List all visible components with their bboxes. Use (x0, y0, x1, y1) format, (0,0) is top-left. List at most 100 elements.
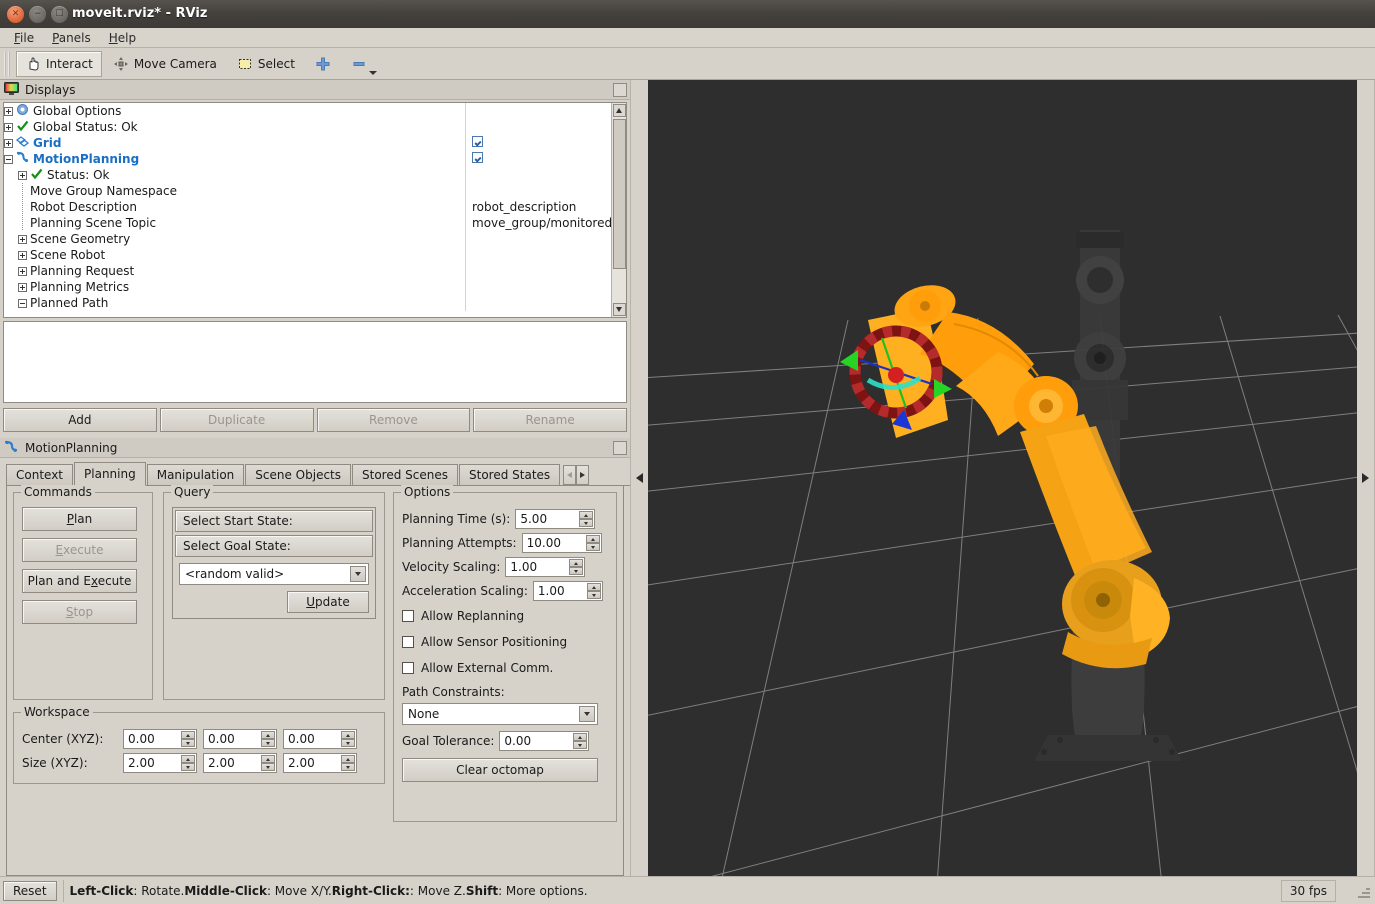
acceleration-scaling-spinner[interactable]: 1.00 (533, 581, 603, 601)
tree-row[interactable]: Status: Ok (4, 167, 611, 183)
planning-time-spin-buttons[interactable] (579, 511, 593, 527)
display-enabled-checkbox[interactable] (472, 136, 483, 147)
tree-expander-plus-icon[interactable] (4, 123, 13, 132)
tree-expander-plus-icon[interactable] (18, 235, 27, 244)
tree-row[interactable]: Move Group Namespace (4, 183, 611, 199)
goal-state-combo[interactable]: <random valid> (179, 563, 369, 585)
select-goal-state-button[interactable]: Select Goal State: (175, 535, 373, 557)
goal-tolerance-spin-buttons[interactable] (573, 733, 587, 749)
clear-octomap-button[interactable]: Clear octomap (402, 758, 598, 782)
tree-row[interactable]: MotionPlanning (4, 151, 611, 167)
size-z-spinner[interactable]: 2.00 (283, 753, 357, 773)
velocity-scaling-spinner[interactable]: 1.00 (505, 557, 585, 577)
displays-float-button[interactable] (613, 83, 627, 97)
right-splitter-handle[interactable] (1357, 80, 1375, 876)
displays-tree[interactable]: Global OptionsGlobal Status: OkGridMotio… (4, 103, 611, 317)
allow-sensor-positioning-row[interactable]: Allow Sensor Positioning (402, 629, 608, 655)
planning-time-spinner[interactable]: 5.00 (515, 509, 595, 529)
tab-context[interactable]: Context (6, 464, 73, 485)
tool-move-camera[interactable]: Move Camera (104, 51, 226, 77)
velocity-scaling-spin-buttons[interactable] (569, 559, 583, 575)
size-x-spin-buttons[interactable] (181, 755, 195, 771)
update-button[interactable]: Update (287, 591, 369, 613)
chevron-down-icon[interactable] (579, 706, 595, 722)
planning-attempts-spinner[interactable]: 10.00 (522, 533, 602, 553)
menu-file[interactable]: File (6, 29, 42, 47)
size-z-spin-buttons[interactable] (341, 755, 355, 771)
tree-expander-plus-icon[interactable] (18, 171, 27, 180)
tree-row[interactable]: Planning Request (4, 263, 611, 279)
close-icon[interactable]: ✕ (7, 6, 24, 23)
tree-expander-plus-icon[interactable] (18, 283, 27, 292)
allow-external-comm-checkbox[interactable] (402, 662, 414, 674)
maximize-icon[interactable]: ☐ (51, 6, 68, 23)
tool-add[interactable] (306, 51, 340, 77)
tab-stored-states[interactable]: Stored States (459, 464, 560, 485)
center-x-spinner[interactable]: 0.00 (123, 729, 197, 749)
plan-button[interactable]: Plan (22, 507, 137, 531)
display-enabled-checkbox[interactable] (472, 152, 483, 163)
allow-replanning-row[interactable]: Allow Replanning (402, 603, 608, 629)
allow-replanning-checkbox[interactable] (402, 610, 414, 622)
planning-attempts-spin-buttons[interactable] (586, 535, 600, 551)
tree-row[interactable]: Scene Geometry (4, 231, 611, 247)
size-x-spinner[interactable]: 2.00 (123, 753, 197, 773)
motion-planning-float-button[interactable] (613, 441, 627, 455)
resize-grip-icon[interactable] (1356, 884, 1370, 898)
left-splitter-handle[interactable] (630, 80, 648, 876)
tree-expander-plus-icon[interactable] (4, 107, 13, 116)
scroll-down-button[interactable] (613, 303, 626, 316)
center-y-spin-buttons[interactable] (261, 731, 275, 747)
scroll-up-button[interactable] (613, 104, 626, 117)
tab-scroll-right-button[interactable] (576, 465, 589, 485)
tree-expander-plus-icon[interactable] (18, 267, 27, 276)
tool-interact[interactable]: Interact (16, 51, 102, 77)
tree-expander-minus-icon[interactable] (18, 299, 27, 308)
displays-tree-scrollbar[interactable] (611, 103, 626, 317)
tab-stored-scenes[interactable]: Stored Scenes (352, 464, 458, 485)
tree-expander-plus-icon[interactable] (18, 251, 27, 260)
tool-remove[interactable] (342, 51, 376, 77)
chevron-down-icon[interactable] (350, 566, 366, 582)
expand-right-arrow-icon[interactable] (1362, 473, 1369, 483)
stop-button[interactable]: Stop (22, 600, 137, 624)
menu-panels[interactable]: Panels (44, 29, 99, 47)
center-x-spin-buttons[interactable] (181, 731, 195, 747)
add-button[interactable]: Add (3, 408, 157, 432)
tree-expander-minus-icon[interactable] (4, 155, 13, 164)
tab-manipulation[interactable]: Manipulation (147, 464, 245, 485)
tree-row[interactable]: Planning Metrics (4, 279, 611, 295)
goal-tolerance-spinner[interactable]: 0.00 (499, 731, 589, 751)
rename-button[interactable]: Rename (473, 408, 627, 432)
tool-select[interactable]: Select (228, 51, 304, 77)
allow-sensor-positioning-checkbox[interactable] (402, 636, 414, 648)
tree-expander-plus-icon[interactable] (4, 139, 13, 148)
menu-help[interactable]: Help (101, 29, 144, 47)
collapse-left-arrow-icon[interactable] (636, 473, 643, 483)
size-y-spin-buttons[interactable] (261, 755, 275, 771)
center-y-spinner[interactable]: 0.00 (203, 729, 277, 749)
duplicate-button[interactable]: Duplicate (160, 408, 314, 432)
tree-row[interactable]: Planning Scene Topicmove_group/monitored (4, 215, 611, 231)
minimize-icon[interactable]: − (29, 6, 46, 23)
tab-scene-objects[interactable]: Scene Objects (245, 464, 351, 485)
tab-planning[interactable]: Planning (74, 462, 146, 486)
tree-row[interactable]: Planned Path (4, 295, 611, 311)
plan-and-execute-button[interactable]: Plan and Execute (22, 569, 137, 593)
select-start-state-button[interactable]: Select Start State: (175, 510, 373, 532)
execute-button[interactable]: Execute (22, 538, 137, 562)
center-z-spin-buttons[interactable] (341, 731, 355, 747)
tree-row[interactable]: Scene Robot (4, 247, 611, 263)
center-z-spinner[interactable]: 0.00 (283, 729, 357, 749)
tree-row[interactable]: Robot Descriptionrobot_description (4, 199, 611, 215)
path-constraints-combo[interactable]: None (402, 703, 598, 725)
remove-button[interactable]: Remove (317, 408, 471, 432)
render-viewport[interactable] (648, 80, 1357, 876)
tree-row[interactable]: Grid (4, 135, 611, 151)
tree-row[interactable]: Global Status: Ok (4, 119, 611, 135)
tree-row[interactable]: Global Options (4, 103, 611, 119)
size-y-spinner[interactable]: 2.00 (203, 753, 277, 773)
scroll-thumb[interactable] (613, 119, 626, 269)
toolbar-grip[interactable] (4, 52, 11, 76)
acceleration-scaling-spin-buttons[interactable] (587, 583, 601, 599)
